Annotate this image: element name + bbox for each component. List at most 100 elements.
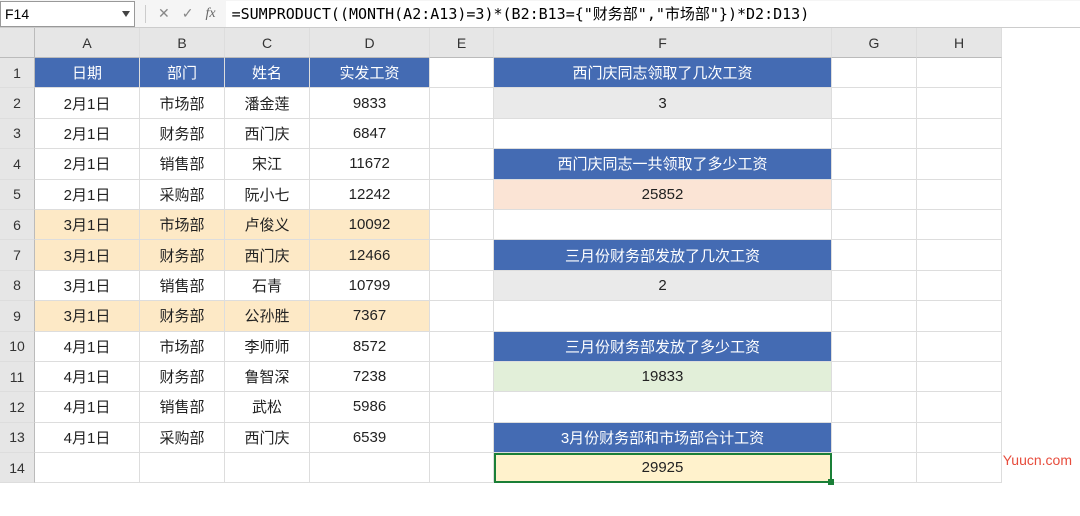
- cell-B8[interactable]: 销售部: [140, 271, 225, 301]
- cell-D3[interactable]: 6847: [310, 119, 430, 149]
- cell-G8[interactable]: [832, 271, 917, 301]
- cell-H10[interactable]: [917, 332, 1002, 362]
- cell-C1[interactable]: 姓名: [225, 58, 310, 88]
- cell-E11[interactable]: [430, 362, 494, 392]
- cell-E5[interactable]: [430, 180, 494, 210]
- row-header-8[interactable]: 8: [0, 271, 35, 301]
- cell-B12[interactable]: 销售部: [140, 392, 225, 422]
- cell-E9[interactable]: [430, 301, 494, 331]
- cell-C2[interactable]: 潘金莲: [225, 88, 310, 118]
- cell-A10[interactable]: 4月1日: [35, 332, 140, 362]
- cell-H13[interactable]: [917, 423, 1002, 453]
- col-header-H[interactable]: H: [917, 28, 1002, 58]
- cell-G10[interactable]: [832, 332, 917, 362]
- cell-F3[interactable]: [494, 119, 832, 149]
- cell-D14[interactable]: [310, 453, 430, 483]
- cell-A4[interactable]: 2月1日: [35, 149, 140, 179]
- row-header-2[interactable]: 2: [0, 88, 35, 118]
- row-header-7[interactable]: 7: [0, 240, 35, 270]
- cell-A7[interactable]: 3月1日: [35, 240, 140, 270]
- cell-D5[interactable]: 12242: [310, 180, 430, 210]
- cell-G3[interactable]: [832, 119, 917, 149]
- cell-E8[interactable]: [430, 271, 494, 301]
- cell-F8[interactable]: 2: [494, 271, 832, 301]
- cell-E7[interactable]: [430, 240, 494, 270]
- cell-F1[interactable]: 西门庆同志领取了几次工资: [494, 58, 832, 88]
- cell-A13[interactable]: 4月1日: [35, 423, 140, 453]
- cell-A5[interactable]: 2月1日: [35, 180, 140, 210]
- cell-H9[interactable]: [917, 301, 1002, 331]
- cell-A14[interactable]: [35, 453, 140, 483]
- cell-B1[interactable]: 部门: [140, 58, 225, 88]
- cell-G9[interactable]: [832, 301, 917, 331]
- cell-B3[interactable]: 财务部: [140, 119, 225, 149]
- cell-D9[interactable]: 7367: [310, 301, 430, 331]
- col-header-F[interactable]: F: [494, 28, 832, 58]
- cell-B2[interactable]: 市场部: [140, 88, 225, 118]
- cell-E10[interactable]: [430, 332, 494, 362]
- cell-F9[interactable]: [494, 301, 832, 331]
- cell-G13[interactable]: [832, 423, 917, 453]
- cell-F2[interactable]: 3: [494, 88, 832, 118]
- cell-H11[interactable]: [917, 362, 1002, 392]
- cell-C4[interactable]: 宋江: [225, 149, 310, 179]
- row-header-3[interactable]: 3: [0, 119, 35, 149]
- cell-G14[interactable]: [832, 453, 917, 483]
- cell-C12[interactable]: 武松: [225, 392, 310, 422]
- cell-C7[interactable]: 西门庆: [225, 240, 310, 270]
- cell-C3[interactable]: 西门庆: [225, 119, 310, 149]
- cell-C9[interactable]: 公孙胜: [225, 301, 310, 331]
- col-header-D[interactable]: D: [310, 28, 430, 58]
- col-header-E[interactable]: E: [430, 28, 494, 58]
- cell-G12[interactable]: [832, 392, 917, 422]
- cell-G2[interactable]: [832, 88, 917, 118]
- cell-A1[interactable]: 日期: [35, 58, 140, 88]
- cell-D7[interactable]: 12466: [310, 240, 430, 270]
- cell-D6[interactable]: 10092: [310, 210, 430, 240]
- cell-B10[interactable]: 市场部: [140, 332, 225, 362]
- cell-D10[interactable]: 8572: [310, 332, 430, 362]
- cell-G6[interactable]: [832, 210, 917, 240]
- cancel-icon[interactable]: ✕: [158, 5, 170, 22]
- cell-D1[interactable]: 实发工资: [310, 58, 430, 88]
- col-header-C[interactable]: C: [225, 28, 310, 58]
- cell-G7[interactable]: [832, 240, 917, 270]
- cell-B4[interactable]: 销售部: [140, 149, 225, 179]
- cell-F5[interactable]: 25852: [494, 180, 832, 210]
- cell-E12[interactable]: [430, 392, 494, 422]
- cell-B5[interactable]: 采购部: [140, 180, 225, 210]
- cell-F4[interactable]: 西门庆同志一共领取了多少工资: [494, 149, 832, 179]
- formula-input[interactable]: =SUMPRODUCT((MONTH(A2:A13)=3)*(B2:B13={"…: [226, 1, 1080, 27]
- row-header-14[interactable]: 14: [0, 453, 35, 483]
- cell-E3[interactable]: [430, 119, 494, 149]
- cell-A9[interactable]: 3月1日: [35, 301, 140, 331]
- cell-F13[interactable]: 3月份财务部和市场部合计工资: [494, 423, 832, 453]
- cell-C5[interactable]: 阮小七: [225, 180, 310, 210]
- row-header-11[interactable]: 11: [0, 362, 35, 392]
- cell-A3[interactable]: 2月1日: [35, 119, 140, 149]
- cell-E2[interactable]: [430, 88, 494, 118]
- cell-C6[interactable]: 卢俊义: [225, 210, 310, 240]
- cell-A12[interactable]: 4月1日: [35, 392, 140, 422]
- cell-H14[interactable]: [917, 453, 1002, 483]
- cell-F7[interactable]: 三月份财务部发放了几次工资: [494, 240, 832, 270]
- name-box[interactable]: F14: [0, 1, 135, 27]
- select-all-corner[interactable]: [0, 28, 35, 58]
- cell-D12[interactable]: 5986: [310, 392, 430, 422]
- cell-B9[interactable]: 财务部: [140, 301, 225, 331]
- cell-C8[interactable]: 石青: [225, 271, 310, 301]
- cell-A2[interactable]: 2月1日: [35, 88, 140, 118]
- cell-G5[interactable]: [832, 180, 917, 210]
- cell-A6[interactable]: 3月1日: [35, 210, 140, 240]
- cell-H8[interactable]: [917, 271, 1002, 301]
- cell-D11[interactable]: 7238: [310, 362, 430, 392]
- cell-C13[interactable]: 西门庆: [225, 423, 310, 453]
- cell-E14[interactable]: [430, 453, 494, 483]
- cell-F10[interactable]: 三月份财务部发放了多少工资: [494, 332, 832, 362]
- confirm-icon[interactable]: ✓: [182, 5, 194, 22]
- cell-H4[interactable]: [917, 149, 1002, 179]
- cell-F12[interactable]: [494, 392, 832, 422]
- cell-H5[interactable]: [917, 180, 1002, 210]
- col-header-B[interactable]: B: [140, 28, 225, 58]
- cell-C10[interactable]: 李师师: [225, 332, 310, 362]
